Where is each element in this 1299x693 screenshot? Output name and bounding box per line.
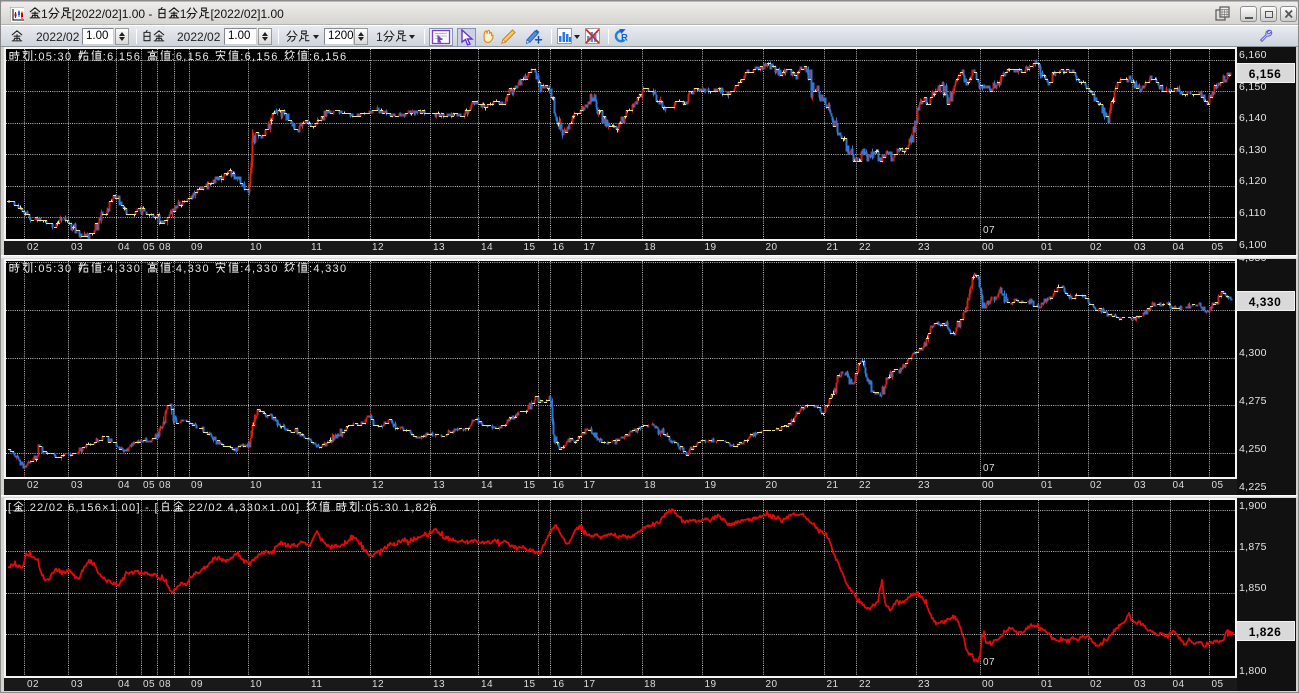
svg-text:R: R (621, 33, 628, 44)
